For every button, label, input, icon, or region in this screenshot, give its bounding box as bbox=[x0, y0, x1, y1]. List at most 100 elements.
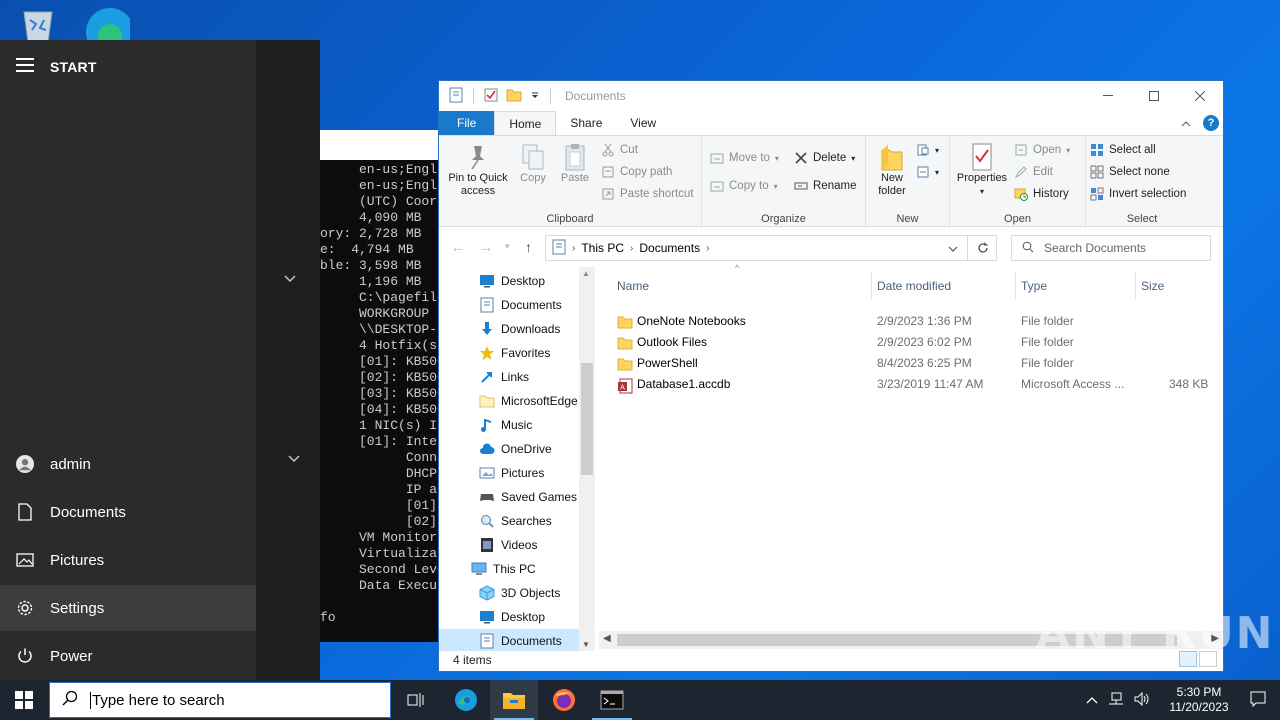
tab-share[interactable]: Share bbox=[556, 111, 616, 135]
edit-button[interactable]: Edit bbox=[1014, 162, 1053, 182]
explorer-titlebar[interactable]: Documents bbox=[439, 81, 1223, 111]
checkbox-quick-icon[interactable] bbox=[484, 87, 498, 106]
copy-to-button[interactable]: Copy to ▾ bbox=[710, 176, 778, 196]
refresh-button[interactable] bbox=[967, 235, 997, 261]
nav-item-this-pc[interactable]: This PC bbox=[439, 557, 581, 581]
start-item-power[interactable]: Power bbox=[0, 633, 256, 679]
file-row[interactable]: OneNote Notebooks 2/9/2023 1:36 PM File fo… bbox=[603, 311, 1221, 332]
open-button[interactable]: Open ▾ bbox=[1014, 140, 1070, 160]
invert-selection-button[interactable]: Invert selection bbox=[1090, 184, 1186, 204]
volume-icon[interactable] bbox=[1134, 691, 1150, 709]
breadcrumb-documents[interactable]: Documents bbox=[639, 241, 700, 255]
taskbar-command-prompt[interactable] bbox=[588, 680, 636, 720]
column-header-date[interactable]: Date modified bbox=[877, 273, 951, 299]
forward-arrow-icon[interactable]: → bbox=[479, 239, 493, 255]
select-none-button[interactable]: Select none bbox=[1090, 162, 1170, 182]
rename-button[interactable]: Rename bbox=[794, 176, 856, 196]
history-button[interactable]: History bbox=[1014, 184, 1069, 204]
minimize-button[interactable] bbox=[1085, 81, 1131, 111]
column-header-size[interactable]: Size bbox=[1141, 273, 1164, 299]
recycle-bin-icon[interactable] bbox=[16, 6, 60, 43]
nav-item-microsoftedge[interactable]: MicrosoftEdge bbox=[439, 389, 581, 413]
clock[interactable]: 5:30 PM 11/20/2023 bbox=[1162, 685, 1236, 715]
clipboard-group-label: Clipboard bbox=[546, 213, 594, 225]
file-row[interactable]: PowerShell 8/4/2023 6:25 PM File folder bbox=[603, 353, 1221, 374]
start-item-pictures[interactable]: Pictures bbox=[0, 537, 256, 583]
start-button[interactable] bbox=[0, 680, 48, 720]
console-line: Data Execut bbox=[320, 578, 445, 593]
copy-label: Copy bbox=[520, 172, 546, 184]
chevron-up-icon[interactable] bbox=[1086, 693, 1098, 707]
column-header-type[interactable]: Type bbox=[1021, 273, 1047, 299]
nav-item-onedrive[interactable]: OneDrive bbox=[439, 437, 581, 461]
hamburger-icon[interactable] bbox=[16, 58, 34, 75]
address-dropdown-icon[interactable] bbox=[948, 241, 958, 255]
file-date: 2/9/2023 1:36 PM bbox=[877, 314, 972, 328]
nav-item-desktop[interactable]: Desktop bbox=[439, 605, 581, 629]
properties-button[interactable]: Properties ▾ bbox=[954, 142, 1010, 198]
delete-button[interactable]: Delete ▾ bbox=[794, 148, 855, 168]
taskbar-file-explorer[interactable] bbox=[490, 680, 538, 720]
cut-button[interactable]: Cut bbox=[601, 140, 638, 160]
maximize-button[interactable] bbox=[1131, 81, 1177, 111]
nav-item-desktop[interactable]: Desktop bbox=[439, 269, 581, 293]
paste-shortcut-button[interactable]: Paste shortcut bbox=[601, 184, 694, 204]
nav-item-documents[interactable]: Documents bbox=[439, 293, 581, 317]
nav-item-documents[interactable]: Documents bbox=[439, 629, 581, 651]
nav-item-downloads[interactable]: Downloads bbox=[439, 317, 581, 341]
taskbar-search[interactable]: Type here to search bbox=[49, 682, 391, 718]
help-icon[interactable]: ? bbox=[1203, 115, 1219, 131]
nav-item-links[interactable]: Links bbox=[439, 365, 581, 389]
edge-desktop-icon[interactable] bbox=[86, 6, 134, 56]
recent-locations-icon[interactable]: ▾ bbox=[505, 241, 510, 252]
tab-view[interactable]: View bbox=[616, 111, 670, 135]
chevron-down-icon[interactable] bbox=[530, 89, 540, 103]
nav-item-music[interactable]: Music bbox=[439, 413, 581, 437]
new-item-button[interactable]: ▾ bbox=[916, 140, 939, 160]
nav-item-saved-games[interactable]: Saved Games bbox=[439, 485, 581, 509]
column-header-name[interactable]: Name bbox=[617, 273, 649, 299]
pictures-icon bbox=[479, 465, 495, 481]
nav-item-favorites[interactable]: Favorites bbox=[439, 341, 581, 365]
network-icon[interactable] bbox=[1108, 692, 1124, 709]
nav-item-3d-objects[interactable]: 3D Objects bbox=[439, 581, 581, 605]
nav-item-pictures[interactable]: Pictures bbox=[439, 461, 581, 485]
properties-quick-icon[interactable] bbox=[449, 87, 463, 106]
nav-scrollbar-thumb[interactable] bbox=[581, 363, 593, 475]
up-arrow-icon[interactable]: ↑ bbox=[525, 239, 532, 255]
move-to-button[interactable]: Move to ▾ bbox=[710, 148, 779, 168]
start-item-settings[interactable]: Settings bbox=[0, 585, 256, 631]
nav-item-searches[interactable]: Searches bbox=[439, 509, 581, 533]
easy-access-button[interactable]: ▾ bbox=[916, 162, 939, 182]
chevron-down-icon[interactable] bbox=[284, 272, 296, 286]
breadcrumb-this-pc[interactable]: This PC bbox=[581, 241, 624, 255]
address-bar[interactable]: › This PC › Documents › bbox=[545, 235, 997, 261]
chevron-down-icon[interactable] bbox=[288, 452, 300, 466]
tab-file[interactable]: File bbox=[439, 111, 495, 135]
paste-button[interactable]: Paste bbox=[557, 142, 593, 185]
taskbar-firefox[interactable] bbox=[540, 680, 588, 720]
back-arrow-icon[interactable]: ← bbox=[451, 239, 465, 255]
copy-button[interactable]: Copy bbox=[515, 142, 551, 185]
file-row[interactable]: A Database1.accdb 3/23/2019 11:47 AM Micros… bbox=[603, 374, 1221, 395]
console-window[interactable]: en-us;Engli en-us;Engli (UTC) Coord 4,09… bbox=[320, 130, 450, 642]
nav-item-videos[interactable]: Videos bbox=[439, 533, 581, 557]
music-icon bbox=[479, 417, 495, 433]
new-folder-button[interactable]: New folder bbox=[870, 142, 914, 198]
select-all-button[interactable]: Select all bbox=[1090, 140, 1156, 160]
pin-quick-access-button[interactable]: Pin to Quick access bbox=[445, 142, 511, 198]
search-box[interactable]: Search Documents bbox=[1011, 235, 1211, 261]
copy-path-button[interactable]: Copy path bbox=[601, 162, 672, 182]
file-row[interactable]: Outlook Files 2/9/2023 6:02 PM File folder bbox=[603, 332, 1221, 353]
start-user-admin[interactable]: admin bbox=[0, 441, 256, 487]
tab-home[interactable]: Home bbox=[494, 111, 557, 135]
taskbar-edge[interactable] bbox=[442, 680, 490, 720]
collapse-ribbon-icon[interactable] bbox=[1181, 116, 1191, 130]
console-titlebar[interactable] bbox=[320, 130, 450, 160]
close-button[interactable] bbox=[1177, 81, 1223, 111]
start-item-documents[interactable]: Documents bbox=[0, 489, 256, 535]
folder-quick-icon[interactable] bbox=[506, 88, 522, 105]
notifications-icon[interactable] bbox=[1250, 691, 1266, 710]
task-view-button[interactable] bbox=[392, 680, 440, 720]
nav-scrollbar[interactable]: ▲ ▼ bbox=[579, 267, 595, 651]
